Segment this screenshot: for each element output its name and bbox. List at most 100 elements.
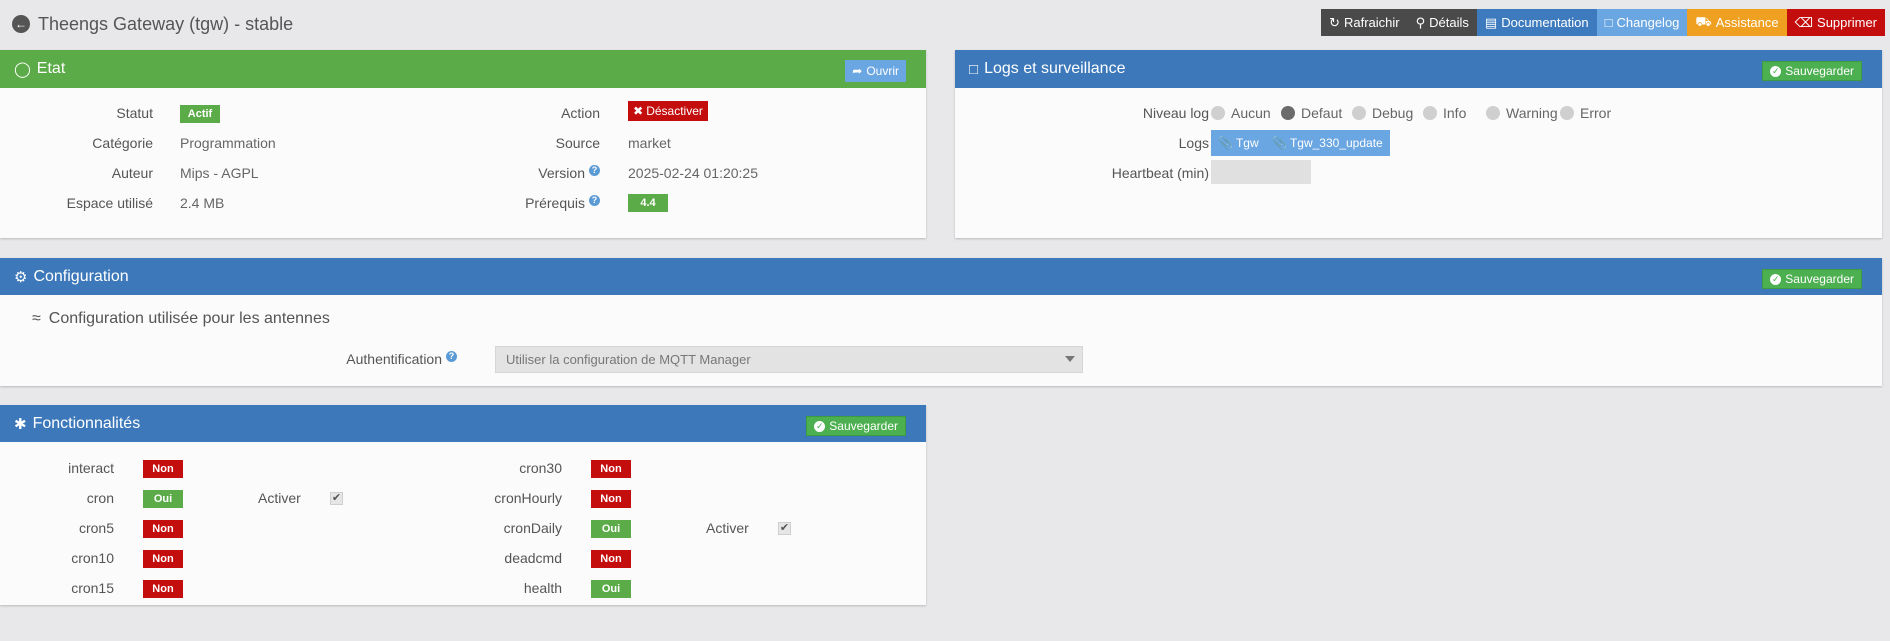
statut-label: Statut xyxy=(116,105,153,121)
file-icon: □ xyxy=(969,60,979,78)
heartbeat-label: Heartbeat (min) xyxy=(1111,165,1209,181)
check-circle-icon: ✓ xyxy=(814,420,826,432)
configuration-panel-header: ⚙ Configuration ✓ Sauvegarder xyxy=(0,258,1882,295)
feature-name: interact xyxy=(68,460,114,476)
status-badge: Oui xyxy=(591,580,631,598)
check-circle-icon: ✓ xyxy=(1770,273,1782,285)
configuration-panel: ⚙ Configuration ✓ Sauvegarder ≈ Configurat… xyxy=(0,258,1882,386)
fonctionnalites-panel-header: ✱ Fonctionnalités ✓ Sauvegarder xyxy=(0,405,926,442)
logs-panel-header: □ Logs et surveillance ✓ Sauvegarder xyxy=(955,50,1882,88)
etat-panel-header: ◯ Etat ➦ Ouvrir xyxy=(0,50,926,88)
trash-icon: ⌫ xyxy=(1794,14,1814,30)
radio-selected-icon xyxy=(1281,106,1295,120)
activer-label-cron: Activer xyxy=(258,490,301,506)
feature-name: cron10 xyxy=(71,550,114,566)
etat-panel: ◯ Etat ➦ Ouvrir Statut Actif Catégorie Pr… xyxy=(0,50,926,238)
status-badge: Non xyxy=(143,520,183,538)
refresh-icon: ↻ xyxy=(1329,14,1340,30)
prerequis-label: Prérequis? xyxy=(525,195,600,211)
log-button-tgw-update[interactable]: 📎 Tgw_330_update xyxy=(1265,130,1390,156)
statut-badge: Actif xyxy=(180,105,220,123)
categorie-value: Programmation xyxy=(180,135,276,151)
heartbeat-input[interactable] xyxy=(1211,160,1311,184)
details-button[interactable]: ⚲ Détails xyxy=(1407,9,1477,36)
status-badge: Non xyxy=(591,460,631,478)
page-title: Theengs Gateway (tgw) - stable xyxy=(38,14,294,34)
fonctionnalites-panel: ✱ Fonctionnalités ✓ Sauvegarder interact … xyxy=(0,405,926,605)
radio-icon xyxy=(1560,106,1574,120)
open-button[interactable]: ➦ Ouvrir xyxy=(845,60,906,82)
fonctionnalites-title: Fonctionnalités xyxy=(32,414,141,432)
checkmark-icon: ✔ xyxy=(331,492,342,504)
documentation-button[interactable]: ▤ Documentation xyxy=(1476,9,1597,36)
close-icon: ✖ xyxy=(633,104,644,118)
changelog-button[interactable]: □ Changelog xyxy=(1596,9,1688,36)
auteur-value: Mips - AGPL xyxy=(180,165,259,181)
auth-select[interactable]: Utiliser la configuration de MQTT Manage… xyxy=(495,346,1083,373)
prerequis-badge: 4.4 xyxy=(628,194,668,212)
version-label: Version? xyxy=(538,165,600,181)
feature-name: health xyxy=(523,580,562,596)
logs-panel: □ Logs et surveillance ✓ Sauvegarder Nive… xyxy=(955,50,1882,238)
antennes-section-title: ≈ Configuration utilisée pour les antenne… xyxy=(32,310,330,327)
puzzle-icon: ✱ xyxy=(14,415,27,433)
auteur-label: Auteur xyxy=(111,165,153,181)
source-value: market xyxy=(628,135,671,151)
status-badge: Oui xyxy=(143,490,183,508)
feature-name: cron15 xyxy=(71,580,114,596)
configuration-save-button[interactable]: ✓ Sauvegarder xyxy=(1762,269,1862,289)
log-button-tgw[interactable]: 📎 Tgw xyxy=(1211,130,1266,156)
feature-name: cronDaily xyxy=(503,520,562,536)
logs-title: Logs et surveillance xyxy=(984,60,1126,77)
configuration-title: Configuration xyxy=(33,267,129,285)
paperclip-icon: 📎 xyxy=(1272,136,1287,150)
feature-name: cron30 xyxy=(519,460,562,476)
radio-info[interactable]: Info xyxy=(1423,105,1466,121)
niveau-log-label: Niveau log xyxy=(1142,105,1209,121)
radio-debug[interactable]: Debug xyxy=(1352,105,1413,121)
logs-label: Logs xyxy=(1178,135,1209,151)
fonctionnalites-save-button[interactable]: ✓ Sauvegarder xyxy=(806,416,906,436)
status-badge: Oui xyxy=(591,520,631,538)
help-icon[interactable]: ? xyxy=(446,351,457,362)
categorie-label: Catégorie xyxy=(92,135,153,151)
file-icon: □ xyxy=(1604,15,1613,30)
book-icon: ▤ xyxy=(1484,14,1498,30)
auth-label: Authentification? xyxy=(346,351,457,367)
status-badge: Non xyxy=(591,550,631,568)
search-icon: ⚲ xyxy=(1415,14,1426,30)
activer-checkbox-crondaily[interactable]: ✔ xyxy=(778,522,791,535)
radio-defaut[interactable]: Defaut xyxy=(1281,105,1342,121)
delete-button[interactable]: ⌫ Supprimer xyxy=(1786,9,1885,36)
logs-save-button[interactable]: ✓ Sauvegarder xyxy=(1762,61,1862,81)
action-label: Action xyxy=(561,105,600,121)
activer-checkbox-cron[interactable]: ✔ xyxy=(330,492,343,505)
radio-aucun[interactable]: Aucun xyxy=(1211,105,1271,121)
activer-label-crondaily: Activer xyxy=(706,520,749,536)
refresh-button[interactable]: ↻ Rafraichir xyxy=(1321,9,1408,36)
status-badge: Non xyxy=(143,550,183,568)
assistance-button[interactable]: ⛟ Assistance xyxy=(1687,9,1787,36)
radio-error[interactable]: Error xyxy=(1560,105,1611,121)
checkmark-icon: ✔ xyxy=(779,522,790,534)
feature-name: deadcmd xyxy=(504,550,562,566)
etat-title: Etat xyxy=(36,60,66,77)
help-icon[interactable]: ? xyxy=(589,195,600,206)
espace-value: 2.4 MB xyxy=(180,195,225,211)
deactivate-button[interactable]: ✖ Désactiver xyxy=(628,101,708,121)
help-icon[interactable]: ? xyxy=(589,165,600,176)
back-arrow-icon[interactable]: ← xyxy=(12,15,30,33)
espace-label: Espace utilisé xyxy=(66,195,153,211)
status-badge: Non xyxy=(143,580,183,598)
feature-name: cronHourly xyxy=(494,490,562,506)
feature-name: cron5 xyxy=(78,520,114,536)
wifi-icon: ≈ xyxy=(32,310,41,327)
version-value: 2025-02-24 01:20:25 xyxy=(628,165,758,181)
radio-icon xyxy=(1211,106,1225,120)
radio-icon xyxy=(1486,106,1500,120)
radio-warning[interactable]: Warning xyxy=(1486,105,1558,121)
share-icon: ➦ xyxy=(852,64,863,78)
source-label: Source xyxy=(555,135,600,151)
feature-name: cron xyxy=(86,490,114,506)
refresh-icon: ◯ xyxy=(14,61,31,78)
